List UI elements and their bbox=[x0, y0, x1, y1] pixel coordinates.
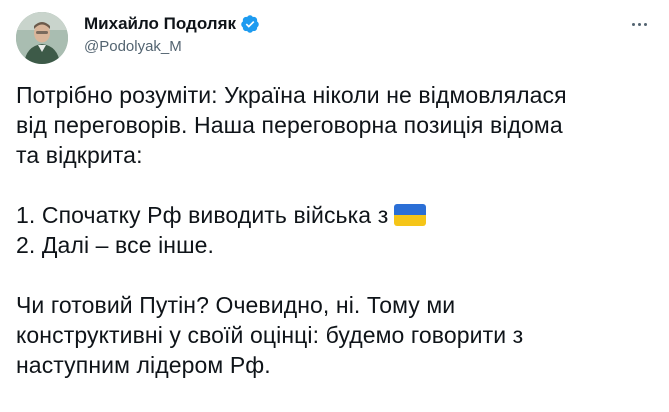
author-handle[interactable]: @Podolyak_M bbox=[84, 38, 260, 55]
tweet-text: Потрібно розуміти: Україна ніколи не від… bbox=[16, 80, 656, 380]
tweet-line: від переговорів. Наша переговорна позиці… bbox=[16, 112, 563, 138]
avatar-photo bbox=[16, 12, 68, 64]
author-block: Михайло Подоляк @Podolyak_M bbox=[84, 12, 260, 55]
tweet-line: наступним лідером Рф. bbox=[16, 352, 271, 378]
tweet-line: Потрібно розуміти: Україна ніколи не від… bbox=[16, 82, 567, 108]
avatar[interactable] bbox=[16, 12, 68, 64]
ukraine-flag-icon bbox=[394, 204, 427, 226]
more-options-icon[interactable] bbox=[625, 14, 653, 34]
tweet-card: Михайло Подоляк @Podolyak_M Потрібно роз… bbox=[0, 0, 669, 412]
tweet-line: Чи готовий Путін? Очевидно, ні. Тому ми bbox=[16, 292, 456, 318]
verified-badge-icon bbox=[240, 14, 260, 34]
tweet-list-item: 1. Спочатку Рф виводить війська з bbox=[16, 200, 656, 230]
tweet-list-item: 2. Далі – все інше. bbox=[16, 232, 215, 258]
tweet-line: та відкрита: bbox=[16, 142, 143, 168]
tweet-list-item-text: 1. Спочатку Рф виводить війська з bbox=[16, 202, 389, 228]
author-display-name[interactable]: Михайло Подоляк bbox=[84, 14, 236, 34]
tweet-line: конструктивні у своїй оцінці: будемо гов… bbox=[16, 322, 524, 348]
